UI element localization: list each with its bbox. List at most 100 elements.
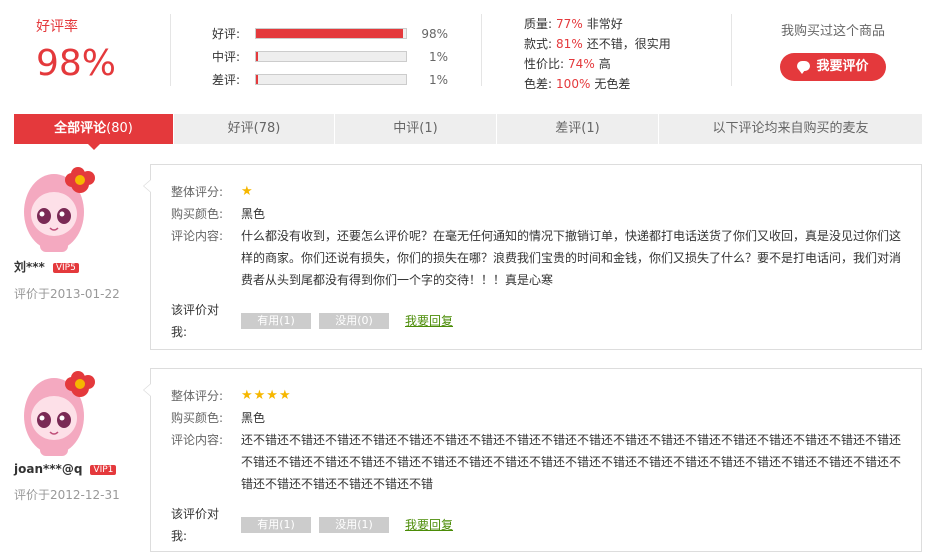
bar-track xyxy=(255,74,407,85)
useful-count: (1) xyxy=(279,314,295,327)
vote-row: 该评价对我: 有用(1) 没用(0) 我要回复 xyxy=(171,299,911,343)
bar-label: 差评: xyxy=(212,73,241,87)
useful-button[interactable]: 有用(1) xyxy=(241,313,311,329)
attribute-label: 质量: xyxy=(524,17,553,31)
vote-prompt: 该评价对我: xyxy=(171,303,220,339)
reviewer-info: 刘*** VIP5 评价于2013-01-22 xyxy=(14,164,134,302)
useless-button[interactable]: 没用(1) xyxy=(319,517,389,533)
avatar xyxy=(18,164,98,254)
review-date: 评价于2012-12-31 xyxy=(14,488,120,502)
useless-count: (0) xyxy=(357,314,373,327)
attribute-percent: 77% xyxy=(556,17,583,31)
positive-rate-box: 好评率 98% xyxy=(36,16,146,82)
bar-label: 中评: xyxy=(212,50,241,64)
reviewer-name[interactable]: joan***@q xyxy=(14,462,82,476)
attribute-desc: 高 xyxy=(598,57,611,71)
overall-label: 整体评分: xyxy=(171,185,224,199)
tab-negative[interactable]: 差评(1) xyxy=(497,114,659,144)
avatar xyxy=(18,368,98,458)
tab-count: (80) xyxy=(106,121,133,136)
color-value: 黑色 xyxy=(241,411,266,425)
vip-badge: VIP1 xyxy=(90,465,117,475)
attribute-desc: 还不错，很实用 xyxy=(586,37,671,51)
useless-label: 没用 xyxy=(335,314,358,327)
divider xyxy=(731,14,732,86)
attribute-desc: 非常好 xyxy=(586,17,623,31)
review-card: 整体评分: ★ 购买颜色: 黑色 评论内容: 什么都没有收到，还要怎么评价呢？在… xyxy=(143,164,922,350)
tab-label: 中评 xyxy=(393,121,420,136)
tab-label: 差评 xyxy=(555,121,582,136)
attribute-label: 色差: xyxy=(524,77,553,91)
bar-row-positive: 好评: 98% xyxy=(212,22,448,45)
tab-neutral[interactable]: 中评(1) xyxy=(335,114,497,144)
useful-label: 有用 xyxy=(257,314,280,327)
overall-label: 整体评分: xyxy=(171,389,224,403)
reviewer-info: joan***@q VIP1 评价于2012-12-31 xyxy=(14,368,134,503)
color-label: 购买颜色: xyxy=(171,411,224,425)
content-label: 评论内容: xyxy=(171,433,224,447)
vip-badge: VIP5 xyxy=(52,263,79,273)
bar-row-negative: 差评: 1% xyxy=(212,68,448,91)
content-text: 还不错还不错还不错还不错还不错还不错还不错还不错还不错还不错还不错还不错还不错还… xyxy=(241,433,902,491)
bar-fill xyxy=(256,75,258,84)
useful-count: (1) xyxy=(279,518,295,531)
bar-row-neutral: 中评: 1% xyxy=(212,45,448,68)
attribute-desc: 无色差 xyxy=(594,77,631,91)
tab-label: 以下评论均来自购买的麦友 xyxy=(712,121,869,136)
attribute-percent: 74% xyxy=(568,57,595,71)
bar-fill xyxy=(256,29,403,38)
vote-row: 该评价对我: 有用(1) 没用(1) 我要回复 xyxy=(171,503,911,547)
tab-positive[interactable]: 好评(78) xyxy=(174,114,335,144)
tab-label: 全部评论 xyxy=(54,121,107,136)
reply-link[interactable]: 我要回复 xyxy=(405,514,453,536)
useful-button[interactable]: 有用(1) xyxy=(241,517,311,533)
review-filter-tabs: 全部评论(80) 好评(78) 中评(1) 差评(1) 以下评论均来自购买的麦友 xyxy=(14,114,922,150)
divider xyxy=(481,14,482,86)
rating-summary: 好评率 98% 好评: 98% 中评: 1% 差评: 1% 质量: 77% 非常好 xyxy=(0,0,933,100)
write-review-button[interactable]: 我要评价 xyxy=(780,53,886,81)
rating-distribution: 好评: 98% 中评: 1% 差评: 1% xyxy=(212,22,448,91)
attribute-percent: 81% xyxy=(556,37,583,51)
tab-all[interactable]: 全部评论(80) xyxy=(14,114,174,150)
attribute-row: 款式: 81% 还不错，很实用 xyxy=(524,34,675,54)
bought-text: 我购买过这个商品 xyxy=(780,24,885,39)
tab-buyers-only[interactable]: 以下评论均来自购买的麦友 xyxy=(659,114,922,144)
bar-fill xyxy=(256,52,258,61)
bar-percent: 1% xyxy=(428,72,448,87)
attribute-percent: 100% xyxy=(556,77,591,91)
reply-link[interactable]: 我要回复 xyxy=(405,310,453,332)
divider xyxy=(170,14,171,86)
bar-label: 好评: xyxy=(212,27,241,41)
attribute-ratings: 质量: 77% 非常好 款式: 81% 还不错，很实用 性价比: 74% 高 色差: 100%… xyxy=(524,14,675,94)
useless-label: 没用 xyxy=(335,518,358,531)
color-value: 黑色 xyxy=(241,207,266,221)
bar-percent: 1% xyxy=(428,49,448,64)
reviewer-name-line: joan***@q VIP1 xyxy=(14,462,134,476)
reviewer-name[interactable]: 刘*** xyxy=(14,260,45,274)
useless-button[interactable]: 没用(0) xyxy=(319,313,389,329)
bar-track xyxy=(255,28,407,39)
positive-rate-label: 好评率 xyxy=(36,19,78,35)
attribute-row: 质量: 77% 非常好 xyxy=(524,14,675,34)
comment-icon xyxy=(797,61,811,74)
vote-prompt: 该评价对我: xyxy=(171,507,220,543)
tab-count: (1) xyxy=(581,121,600,136)
content-label: 评论内容: xyxy=(171,229,224,243)
attribute-row: 色差: 100% 无色差 xyxy=(524,74,675,94)
tab-count: (78) xyxy=(253,121,281,136)
review-card: 整体评分: ★★★★ 购买颜色: 黑色 评论内容: 还不错还不错还不错还不错还不… xyxy=(143,368,922,552)
attribute-row: 性价比: 74% 高 xyxy=(524,54,675,74)
useful-label: 有用 xyxy=(257,518,280,531)
star-rating: ★★★★ xyxy=(241,388,292,403)
tab-label: 好评 xyxy=(227,121,254,136)
positive-rate-value: 98% xyxy=(36,43,117,84)
bar-track xyxy=(255,51,407,62)
review-section: 好评率 98% 好评: 98% 中评: 1% 差评: 1% 质量: 77% 非常好 xyxy=(0,0,933,558)
write-review-label: 我要评价 xyxy=(816,59,869,74)
content-text: 什么都没有收到，还要怎么评价呢？在毫无任何通知的情况下撤销订单，快递都打电话送货… xyxy=(241,229,902,287)
review-date: 评价于2013-01-22 xyxy=(14,287,120,301)
attribute-label: 款式: xyxy=(524,37,553,51)
write-review-box: 我购买过这个商品 我要评价 xyxy=(778,20,888,81)
useless-count: (1) xyxy=(357,518,373,531)
attribute-label: 性价比: xyxy=(524,57,565,71)
